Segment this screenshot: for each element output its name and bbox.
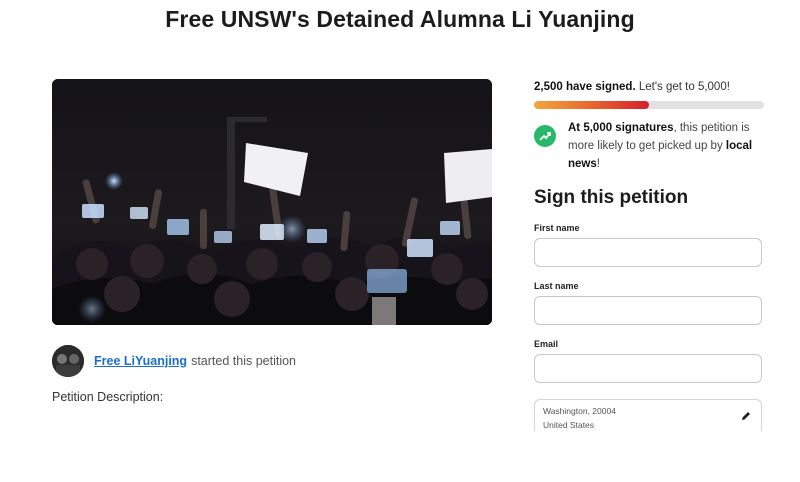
petition-starter: Free LiYuanjing started this petition xyxy=(52,344,296,378)
signature-count-value: 2,500 have signed. xyxy=(534,81,636,93)
address-line-2: United States xyxy=(543,420,595,430)
first-name-field[interactable] xyxy=(534,238,762,267)
avatar[interactable] xyxy=(52,345,84,377)
starter-link[interactable]: Free LiYuanjing xyxy=(94,354,187,368)
pencil-icon[interactable] xyxy=(740,410,752,422)
milestone-note: At 5,000 signatures, this petition is mo… xyxy=(534,119,764,173)
address-line-1: Washington, 20004 xyxy=(543,406,616,416)
email-label: Email xyxy=(534,339,559,349)
starter-text: Free LiYuanjing started this petition xyxy=(94,354,296,368)
trending-up-icon xyxy=(534,125,556,147)
last-name-field[interactable] xyxy=(534,296,762,325)
address-box[interactable]: Washington, 20004 United States xyxy=(534,399,762,431)
petition-image xyxy=(52,79,492,325)
last-name-label: Last name xyxy=(534,281,579,291)
sign-title: Sign this petition xyxy=(534,187,689,208)
page-title: Free UNSW's Detained Alumna Li Yuanjing xyxy=(165,6,635,32)
signature-count: 2,500 have signed. Let's get to 5,000! xyxy=(534,81,764,93)
milestone-end: ! xyxy=(596,158,600,170)
milestone-text: At 5,000 signatures, this petition is mo… xyxy=(568,119,764,173)
petition-description-label: Petition Description: xyxy=(52,390,164,404)
milestone-strong: At 5,000 signatures xyxy=(568,122,674,134)
signature-progress-fill xyxy=(534,101,649,109)
starter-action: started this petition xyxy=(191,354,296,368)
email-field[interactable] xyxy=(534,354,762,383)
sign-panel: 2,500 have signed. Let's get to 5,000! A… xyxy=(534,78,764,431)
signature-progress-bar xyxy=(534,101,764,109)
signature-goal: Let's get to 5,000! xyxy=(638,81,730,93)
first-name-label: First name xyxy=(534,223,580,233)
